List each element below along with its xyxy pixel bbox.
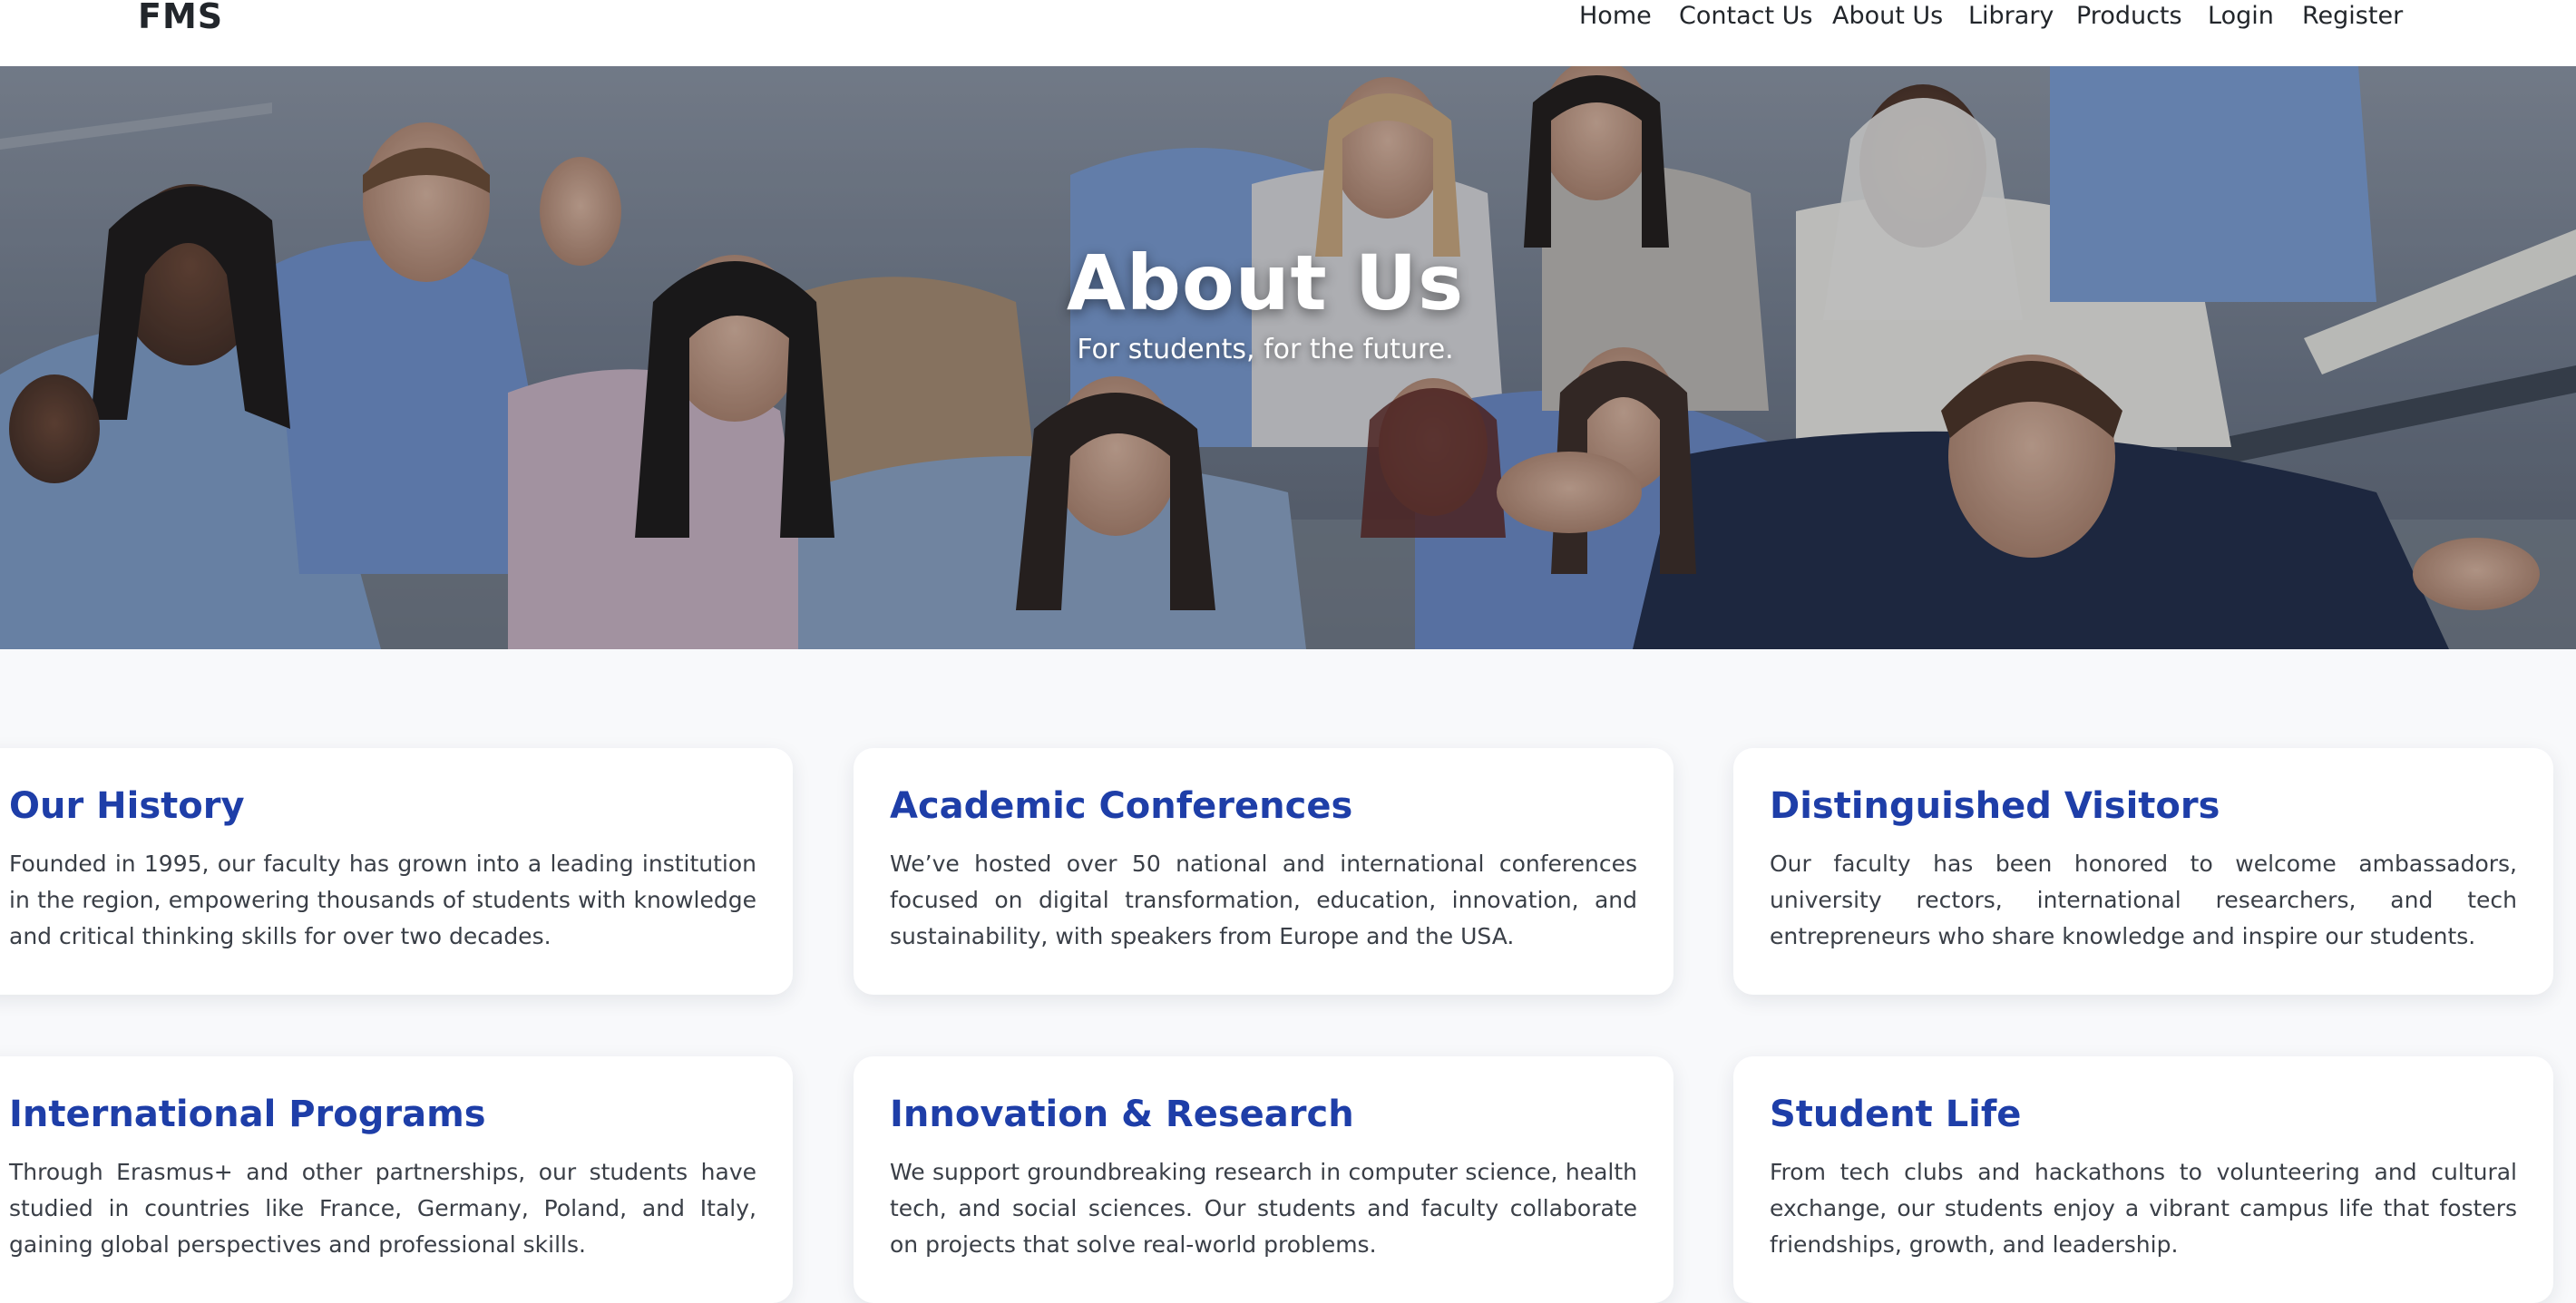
nav-link-about-us[interactable]: About Us [1832,2,1943,30]
card-international-programs: International Programs Through Erasmus+ … [0,1056,793,1303]
card-text: From tech clubs and hackathons to volunt… [1770,1159,2517,1258]
nav-link-products[interactable]: Products [2076,2,2182,30]
nav-link-login[interactable]: Login [2208,2,2274,30]
card-text: We support groundbreaking research in co… [890,1159,1637,1258]
card-distinguished-visitors: Distinguished Visitors Our faculty has b… [1733,748,2553,995]
card-our-history: Our History Founded in 1995, our faculty… [0,748,793,995]
card-title: Distinguished Visitors [1770,785,2220,827]
nav-link-contact-us[interactable]: Contact Us [1679,2,1812,30]
card-title: Student Life [1770,1094,2022,1135]
navbar: FMS Home Contact Us About Us Library Pro… [0,0,2576,66]
card-text: Through Erasmus+ and other partnerships,… [9,1159,756,1258]
nav-link-register[interactable]: Register [2302,2,2403,30]
card-title: Academic Conferences [890,785,1353,827]
card-text: We’ve hosted over 50 national and intern… [890,851,1637,949]
hero-banner: About Us For students, for the future. [0,66,2576,649]
card-title: Our History [9,785,245,827]
card-title: Innovation & Research [890,1094,1354,1135]
card-academic-conferences: Academic Conferences We’ve hosted over 5… [854,748,1673,995]
card-text: Founded in 1995, our faculty has grown i… [9,851,756,949]
card-innovation-research: Innovation & Research We support groundb… [854,1056,1673,1303]
nav-link-home[interactable]: Home [1579,2,1652,30]
nav-links: Home Contact Us About Us Library Product… [0,0,2576,40]
hero-subtitle: For students, for the future. [1077,334,1454,365]
card-student-life: Student Life From tech clubs and hackath… [1733,1056,2553,1303]
card-title: International Programs [9,1094,486,1135]
nav-link-library[interactable]: Library [1968,2,2054,30]
card-text: Our faculty has been honored to welcome … [1770,851,2517,949]
hero-title: About Us [1066,238,1465,327]
